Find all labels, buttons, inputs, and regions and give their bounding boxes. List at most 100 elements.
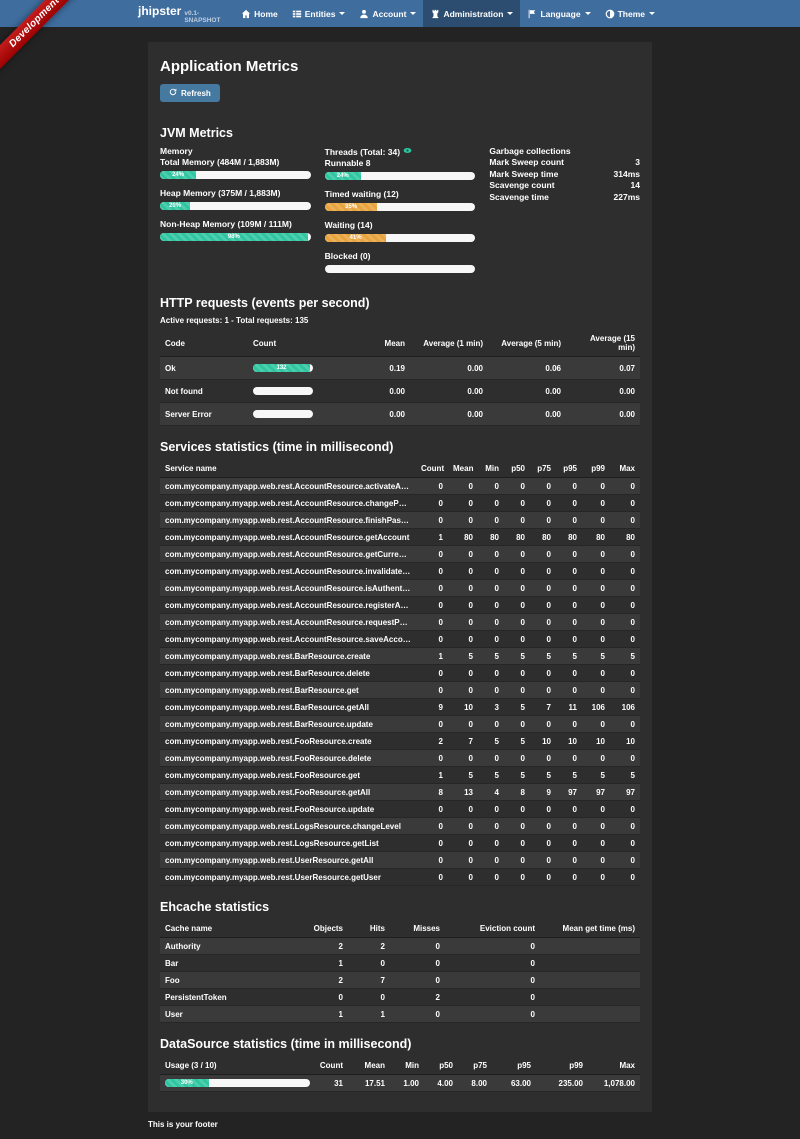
table-row: Bar 1 0 0 0 — [160, 955, 640, 972]
progress-bar: 24% — [160, 171, 311, 179]
service-name: com.mycompany.myapp.web.rest.AccountReso… — [160, 512, 416, 529]
nav-item-home[interactable]: Home — [234, 0, 285, 27]
service-p75: 0 — [530, 835, 556, 852]
progress-fill: 24% — [325, 172, 361, 180]
service-p50: 5 — [504, 767, 530, 784]
service-p95: 0 — [556, 682, 582, 699]
service-name: com.mycompany.myapp.web.rest.BarResource… — [160, 716, 416, 733]
service-p99: 0 — [582, 597, 610, 614]
service-mean: 0 — [448, 665, 478, 682]
service-max: 0 — [610, 869, 640, 886]
service-min: 0 — [478, 835, 504, 852]
nav-item-language[interactable]: Language — [520, 0, 597, 27]
service-min: 0 — [478, 869, 504, 886]
service-p50: 80 — [504, 529, 530, 546]
service-count: 0 — [416, 682, 448, 699]
table-header-row: Code Count Mean Average (1 min) Average … — [160, 330, 640, 357]
service-p99: 10 — [582, 733, 610, 750]
nav-item-account[interactable]: Account — [352, 0, 423, 27]
table-row: com.mycompany.myapp.web.rest.BarResource… — [160, 648, 640, 665]
service-count: 9 — [416, 699, 448, 716]
ds-mean: 17.51 — [348, 1075, 390, 1092]
service-p99: 0 — [582, 682, 610, 699]
service-mean: 0 — [448, 546, 478, 563]
cache-mean-get-time — [540, 938, 640, 955]
service-p99: 5 — [582, 767, 610, 784]
nav-item-theme[interactable]: Theme — [598, 0, 662, 27]
nav-label: Administration — [443, 9, 503, 19]
metrics-panel: Application Metrics Refresh JVM Metrics … — [148, 42, 652, 1112]
eye-icon[interactable] — [403, 146, 412, 158]
cache-name: PersistentToken — [160, 989, 300, 1006]
gc-value: 14 — [631, 180, 640, 192]
ds-p99: 235.00 — [536, 1075, 588, 1092]
column-header: Average (15 min) — [566, 330, 640, 357]
nav-item-administration[interactable]: Administration — [423, 0, 520, 27]
avg-1min: 0.00 — [410, 380, 488, 403]
service-p99: 0 — [582, 835, 610, 852]
count-value: 132 — [276, 364, 286, 372]
service-p75: 5 — [530, 767, 556, 784]
cache-objects: 1 — [300, 955, 348, 972]
column-header: Mean — [448, 460, 478, 478]
column-header: p95 — [492, 1057, 536, 1075]
service-max: 80 — [610, 529, 640, 546]
service-count: 0 — [416, 716, 448, 733]
navbar: jhipster v0.1-SNAPSHOT Home Entities Acc… — [0, 0, 800, 27]
table-row: com.mycompany.myapp.web.rest.AccountReso… — [160, 546, 640, 563]
refresh-icon — [169, 88, 177, 98]
column-header: p99 — [582, 460, 610, 478]
service-p99: 0 — [582, 852, 610, 869]
service-max: 0 — [610, 546, 640, 563]
cache-misses: 0 — [390, 938, 445, 955]
metric-label: Non-Heap Memory (109M / 111M) — [160, 219, 311, 230]
service-name: com.mycompany.myapp.web.rest.FooResource… — [160, 784, 416, 801]
service-name: com.mycompany.myapp.web.rest.BarResource… — [160, 665, 416, 682]
brand-link[interactable]: jhipster v0.1-SNAPSHOT — [138, 4, 234, 24]
refresh-button[interactable]: Refresh — [160, 84, 220, 102]
service-p75: 0 — [530, 801, 556, 818]
table-row: Foo 2 7 0 0 — [160, 972, 640, 989]
service-p95: 0 — [556, 801, 582, 818]
service-mean: 0 — [448, 852, 478, 869]
service-p50: 0 — [504, 546, 530, 563]
service-max: 0 — [610, 801, 640, 818]
progress-bar: 98% — [160, 233, 311, 241]
service-p99: 0 — [582, 563, 610, 580]
column-header: Count — [248, 330, 340, 357]
table-row: 30% 31 17.51 1.00 4.00 8.00 63.00 235.00… — [160, 1075, 640, 1092]
service-p95: 10 — [556, 733, 582, 750]
datasource-table: Usage (3 / 10) Count Mean Min p50 p75 p9… — [160, 1057, 640, 1092]
chevron-down-icon — [339, 12, 345, 18]
service-p75: 7 — [530, 699, 556, 716]
column-header: Mean — [340, 330, 410, 357]
table-row: com.mycompany.myapp.web.rest.AccountReso… — [160, 478, 640, 495]
metric-label: Total Memory (484M / 1,883M) — [160, 157, 311, 168]
service-p50: 0 — [504, 835, 530, 852]
service-count: 0 — [416, 750, 448, 767]
service-p75: 10 — [530, 733, 556, 750]
service-min: 4 — [478, 784, 504, 801]
service-max: 0 — [610, 750, 640, 767]
cache-mean-get-time — [540, 989, 640, 1006]
nav-label: Language — [540, 9, 580, 19]
gc-title: Garbage collections — [489, 146, 640, 157]
service-mean: 7 — [448, 733, 478, 750]
metric-label: Waiting (14) — [325, 220, 476, 231]
cache-evictions: 0 — [445, 955, 540, 972]
service-count: 0 — [416, 614, 448, 631]
cache-name: User — [160, 1006, 300, 1023]
table-row: Authority 2 2 0 0 — [160, 938, 640, 955]
column-header: p75 — [530, 460, 556, 478]
nav-item-entities[interactable]: Entities — [285, 0, 353, 27]
service-max: 0 — [610, 818, 640, 835]
service-p95: 0 — [556, 563, 582, 580]
ds-min: 1.00 — [390, 1075, 424, 1092]
progress-fill: 41% — [325, 234, 387, 242]
services-title: Services statistics (time in millisecond… — [160, 440, 640, 454]
service-name: com.mycompany.myapp.web.rest.FooResource… — [160, 801, 416, 818]
service-min: 0 — [478, 801, 504, 818]
column-header: Hits — [348, 920, 390, 938]
service-name: com.mycompany.myapp.web.rest.AccountReso… — [160, 546, 416, 563]
service-p50: 0 — [504, 750, 530, 767]
